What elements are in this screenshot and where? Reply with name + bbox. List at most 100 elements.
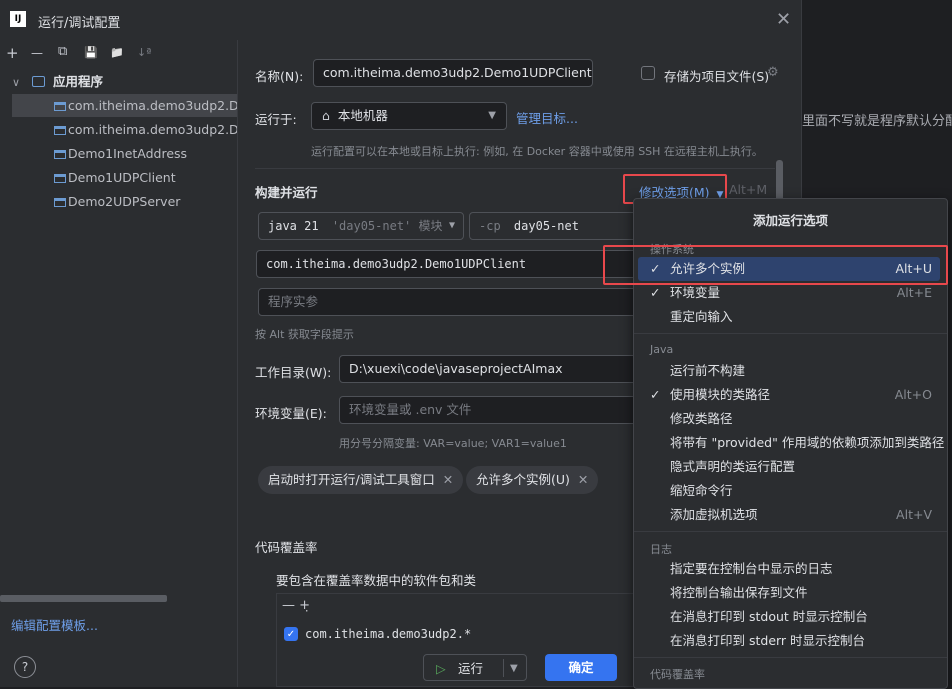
tree-root-label: 应用程序 (53, 74, 104, 89)
name-input[interactable]: com.itheima.demo3udp2.Demo1UDPClient (313, 59, 593, 87)
config-icon (54, 198, 66, 207)
name-label: 名称(N): (255, 69, 304, 84)
option-label: 将带有 "provided" 作用域的依赖项添加到类路径 (670, 435, 945, 450)
tree-item-label: Demo1UDPClient (68, 170, 176, 185)
new-folder-icon[interactable]: 📁 (110, 46, 124, 59)
option-label: 指定要在控制台中显示的日志 (670, 561, 833, 576)
horizontal-scrollbar[interactable] (0, 595, 167, 602)
store-project-checkbox[interactable] (641, 66, 655, 80)
chip-open-tool-window[interactable]: 启动时打开运行/调试工具窗口 ✕ (258, 466, 464, 494)
config-tree-pane: + — ⧉ 💾 📁 ↓ª ∨ 应用程序 com.itheima.demo3udp… (0, 40, 238, 687)
chevron-down-icon: ▼ (488, 110, 496, 121)
env-label: 环境变量(E): (255, 406, 327, 421)
config-icon (54, 150, 66, 159)
option-show-stderr[interactable]: 在消息打印到 stderr 时显示控制台 (638, 629, 940, 653)
chevron-down-icon[interactable]: ∨ (12, 76, 20, 89)
config-icon (54, 126, 66, 135)
config-icon (54, 174, 66, 183)
option-label: 运行前不构建 (670, 363, 746, 378)
tree-item-label: Demo1InetAddress (68, 146, 188, 161)
option-module-classpath[interactable]: ✓ 使用模块的类路径 Alt+O (638, 383, 940, 407)
option-save-output[interactable]: 将控制台输出保存到文件 (638, 581, 940, 605)
run-on-label: 运行于: (255, 112, 297, 127)
intellij-logo-icon: IJ (10, 11, 26, 27)
run-label: 运行 (458, 661, 484, 676)
option-provided-scope[interactable]: 将带有 "provided" 作用域的依赖项添加到类路径 (638, 431, 944, 455)
env-input[interactable]: 环境变量或 .env 文件 (339, 396, 639, 424)
divider (634, 531, 947, 532)
tree-item[interactable]: Demo1UDPClient (12, 166, 237, 189)
workdir-label: 工作目录(W): (255, 365, 332, 380)
jdk-value: java 21 (268, 219, 319, 233)
run-on-value: 本地机器 (337, 108, 388, 123)
run-on-hint: 运行配置可以在本地或目标上执行: 例如, 在 Docker 容器中或使用 SSH… (311, 145, 763, 158)
chevron-down-icon: ▼ (448, 220, 455, 231)
coverage-item-checkbox[interactable]: ✓ (284, 627, 298, 641)
option-label: 修改类路径 (670, 411, 733, 426)
program-args-placeholder: 程序实参 (268, 294, 319, 309)
chip-label: 启动时打开运行/调试工具窗口 (268, 472, 435, 487)
sort-icon[interactable]: ↓ª (137, 46, 151, 59)
divider (255, 168, 775, 169)
tree-root-application[interactable]: ∨ 应用程序 (12, 70, 237, 93)
application-icon (32, 76, 46, 87)
program-args-input[interactable]: 程序实参 (258, 288, 639, 316)
chip-label: 允许多个实例(U) (476, 472, 570, 487)
classpath-select[interactable]: -cp day05-net (469, 212, 639, 240)
jdk-module: 'day05-net' 模块 (331, 219, 443, 233)
help-icon[interactable]: ? (14, 656, 36, 678)
save-icon[interactable]: 💾 (84, 46, 98, 59)
group-java: Java (650, 343, 674, 356)
option-redirect-input[interactable]: 重定向输入 (638, 305, 940, 329)
dialog-title: 运行/调试配置 (38, 16, 121, 31)
ok-button[interactable]: 确定 (545, 654, 617, 681)
option-label: 重定向输入 (670, 309, 733, 324)
tree-item[interactable]: com.itheima.demo3udp2.Demo1UDPClient (12, 94, 237, 117)
highlight-box-allow-multiple (603, 245, 948, 285)
coverage-packages-label: 要包含在覆盖率数据中的软件包和类 (276, 573, 477, 588)
option-label: 使用模块的类路径 (670, 387, 771, 402)
option-no-build[interactable]: 运行前不构建 (638, 359, 940, 383)
divider (634, 657, 947, 658)
option-label: 隐式声明的类运行配置 (670, 459, 796, 474)
option-label: 添加虚拟机选项 (670, 507, 758, 522)
main-class-input[interactable]: com.itheima.demo3udp2.Demo1UDPClient (256, 250, 639, 278)
option-specify-logs[interactable]: 指定要在控制台中显示的日志 (638, 557, 940, 581)
edit-templates-link[interactable]: 编辑配置模板... (11, 615, 98, 634)
workdir-input[interactable]: D:\xuexi\code\javaseprojectAImax (339, 355, 639, 383)
run-button[interactable]: ▷ 运行 ▼ (423, 654, 527, 681)
option-show-stdout[interactable]: 在消息打印到 stdout 时显示控制台 (638, 605, 940, 629)
tree-item[interactable]: com.itheima.demo3udp2.Demo2UDPServer (12, 118, 237, 141)
tree-item[interactable]: Demo2UDPServer (12, 190, 237, 213)
add-icon[interactable]: + (6, 44, 19, 62)
option-shortcut: Alt+V (896, 507, 932, 522)
popup-title: 添加运行选项 (752, 213, 828, 228)
chip-allow-multiple[interactable]: 允许多个实例(U) ✕ (466, 466, 599, 494)
group-coverage: 代码覆盖率 (650, 668, 705, 681)
option-label: 在消息打印到 stderr 时显示控制台 (670, 633, 866, 648)
coverage-label: 代码覆盖率 (255, 540, 318, 555)
tree-item-label: com.itheima.demo3udp2.Demo1UDPClient (68, 98, 237, 113)
divider (634, 333, 947, 334)
check-icon: ✓ (650, 387, 661, 402)
close-icon[interactable]: ✕ (443, 472, 453, 487)
option-implicit-class[interactable]: 隐式声明的类运行配置 (638, 455, 940, 479)
option-shorten-cmdline[interactable]: 缩短命令行 (638, 479, 940, 503)
tree-item[interactable]: Demo1InetAddress (12, 142, 237, 165)
manage-targets-link[interactable]: 管理目标... (516, 108, 578, 127)
close-icon[interactable]: ✕ (578, 472, 588, 487)
option-label: 将控制台输出保存到文件 (670, 585, 808, 600)
close-icon[interactable]: ✕ (776, 9, 791, 30)
coverage-toolbar[interactable]: — +̣ (282, 598, 310, 613)
gear-icon[interactable]: ⚙ (767, 65, 779, 80)
copy-icon[interactable]: ⧉ (58, 44, 67, 59)
option-vm-options[interactable]: 添加虚拟机选项 Alt+V (638, 503, 940, 527)
run-on-select[interactable]: ⌂ 本地机器 ▼ (311, 102, 507, 130)
chevron-down-icon[interactable]: ▼ (510, 655, 518, 682)
jdk-select[interactable]: java 21 'day05-net' 模块 ▼ (258, 212, 464, 240)
home-icon: ⌂ (322, 108, 330, 123)
option-modify-classpath[interactable]: 修改类路径 (638, 407, 940, 431)
store-project-label: 存储为项目文件(S) (664, 69, 770, 84)
remove-icon[interactable]: — (31, 46, 43, 60)
group-log: 日志 (650, 543, 672, 556)
